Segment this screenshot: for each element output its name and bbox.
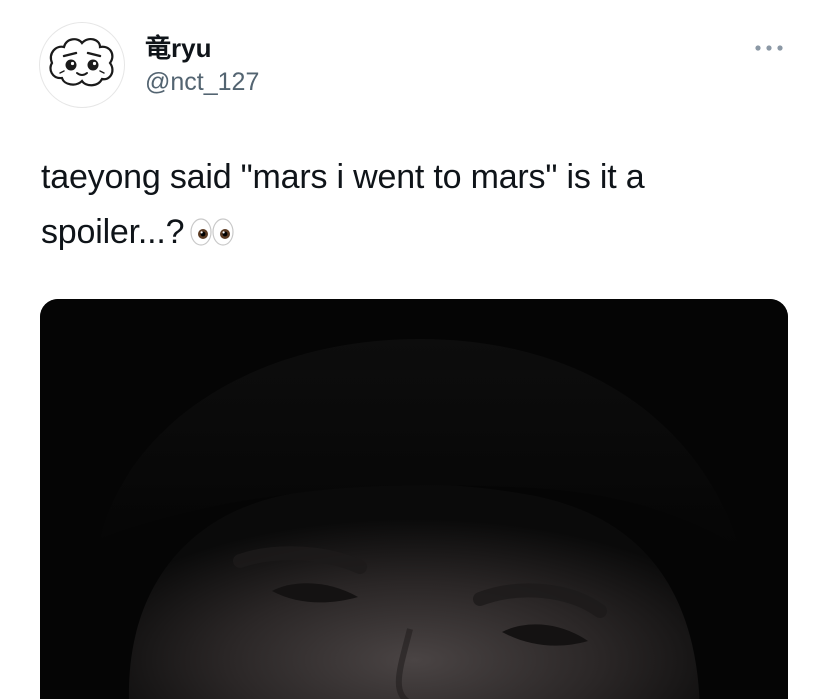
more-dots-icon	[755, 45, 783, 51]
more-options-button[interactable]	[751, 36, 787, 60]
avatar[interactable]	[39, 22, 125, 108]
tweet-media-video[interactable]	[40, 299, 788, 699]
tweet-text-line-2: spoiler...?	[41, 213, 185, 251]
eyes-icon	[190, 209, 234, 264]
tweet-card: 竜ryu @nct_127 taeyong said "mars i went …	[0, 0, 827, 699]
tweet-text: taeyong said "mars i went to mars" is it…	[41, 150, 801, 264]
cartoon-face-icon	[49, 37, 114, 87]
video-frame	[40, 299, 788, 699]
display-name[interactable]: 竜ryu	[145, 33, 211, 63]
user-handle[interactable]: @nct_127	[145, 67, 259, 97]
tweet-text-line-1: taeyong said "mars i went to mars" is it…	[41, 158, 645, 196]
